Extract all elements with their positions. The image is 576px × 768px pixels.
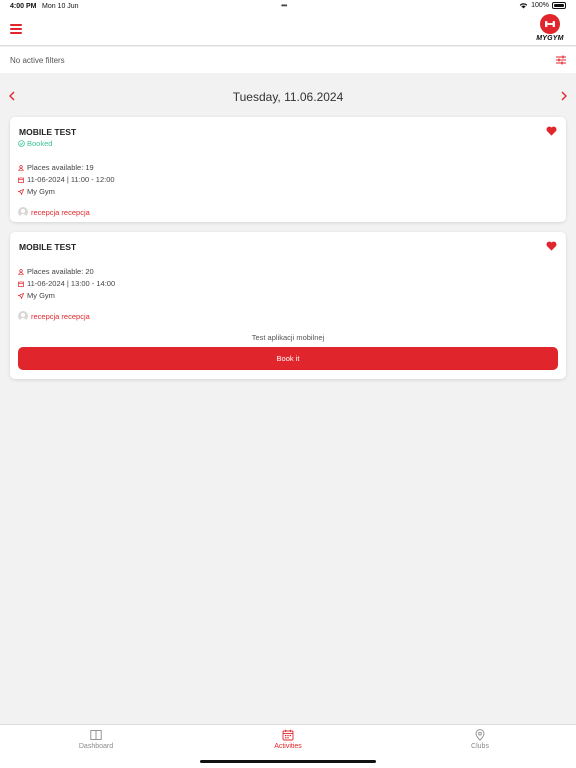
book-icon [90, 730, 102, 740]
activity-card[interactable]: MOBILE TEST Booked Places available: 19 … [10, 117, 566, 222]
multitasking-dots: ••• [281, 1, 287, 10]
activity-datetime: 11-06-2024 | 11:00 - 12:00 [27, 175, 115, 184]
datetime-row: 11-06-2024 | 13:00 - 14:00 [18, 279, 115, 288]
date-title: Tuesday, 11.06.2024 [232, 90, 344, 104]
avatar [18, 311, 28, 321]
heart-favorite-icon[interactable] [546, 241, 557, 251]
activity-datetime: 11-06-2024 | 13:00 - 14:00 [27, 279, 116, 288]
battery-icon [552, 2, 566, 9]
trainer-link[interactable]: recepcja recepcja [18, 207, 90, 217]
places-available: Places available: 19 [27, 163, 94, 172]
navigation-arrow-icon [18, 188, 24, 195]
tab-activities[interactable]: Activities [238, 729, 338, 750]
wifi-icon [519, 3, 528, 9]
book-it-button[interactable]: Book it [18, 347, 558, 370]
person-icon [18, 268, 24, 275]
logo-text: MYGYM [536, 35, 564, 42]
tab-clubs-label: Clubs [471, 743, 489, 750]
navigation-arrow-icon [18, 292, 24, 299]
check-circle-icon [18, 140, 25, 147]
filter-bar: No active filters [0, 47, 576, 73]
datetime-row: 11-06-2024 | 11:00 - 12:00 [18, 175, 115, 184]
location-row: My Gym [18, 187, 55, 196]
places-row: Places available: 19 [18, 163, 94, 172]
trainer-name: recepcja recepcja [31, 311, 90, 321]
trainer-link[interactable]: recepcja recepcja [18, 311, 90, 321]
tab-dashboard-label: Dashboard [78, 743, 114, 750]
tab-activities-label: Activities [274, 743, 302, 750]
battery-percent: 100% [531, 2, 549, 9]
filter-status: No active filters [10, 56, 65, 65]
activity-title: MOBILE TEST [19, 127, 77, 137]
person-icon [18, 164, 24, 171]
mygym-logo: MYGYM [534, 14, 566, 45]
date-navigation: Tuesday, 11.06.2024 [0, 86, 576, 106]
chevron-right-icon[interactable] [558, 89, 570, 103]
booked-status: Booked [18, 139, 52, 148]
calendar-small-icon [18, 281, 24, 287]
location-row: My Gym [18, 291, 55, 300]
location-pin-icon [475, 729, 485, 741]
trainer-name: recepcja recepcja [31, 207, 90, 217]
activity-title: MOBILE TEST [19, 242, 77, 252]
places-row: Places available: 20 [18, 267, 94, 276]
activity-location: My Gym [27, 291, 55, 300]
heart-favorite-icon[interactable] [546, 126, 557, 136]
activity-description: Test aplikacji mobilnej [251, 333, 325, 342]
status-date: Mon 10 Jun [42, 3, 79, 10]
tab-dashboard[interactable]: Dashboard [46, 729, 146, 750]
home-indicator [200, 760, 376, 763]
calendar-small-icon [18, 177, 24, 183]
status-right: 100% [519, 2, 566, 9]
status-bar: 4:00 PM Mon 10 Jun ••• 100% [0, 0, 576, 14]
activity-card[interactable]: MOBILE TEST Places available: 20 11-06-2… [10, 232, 566, 379]
avatar [18, 207, 28, 217]
booked-label: Booked [27, 139, 53, 148]
tab-clubs[interactable]: Clubs [430, 729, 530, 750]
activity-location: My Gym [27, 187, 55, 196]
hamburger-menu-icon[interactable] [10, 24, 22, 34]
calendar-icon [282, 729, 294, 741]
app-header: MYGYM [0, 14, 576, 46]
dumbbell-logo-icon [540, 14, 560, 34]
filter-sliders-icon[interactable] [555, 54, 567, 66]
status-time: 4:00 PM [10, 3, 37, 10]
places-available: Places available: 20 [27, 267, 94, 276]
